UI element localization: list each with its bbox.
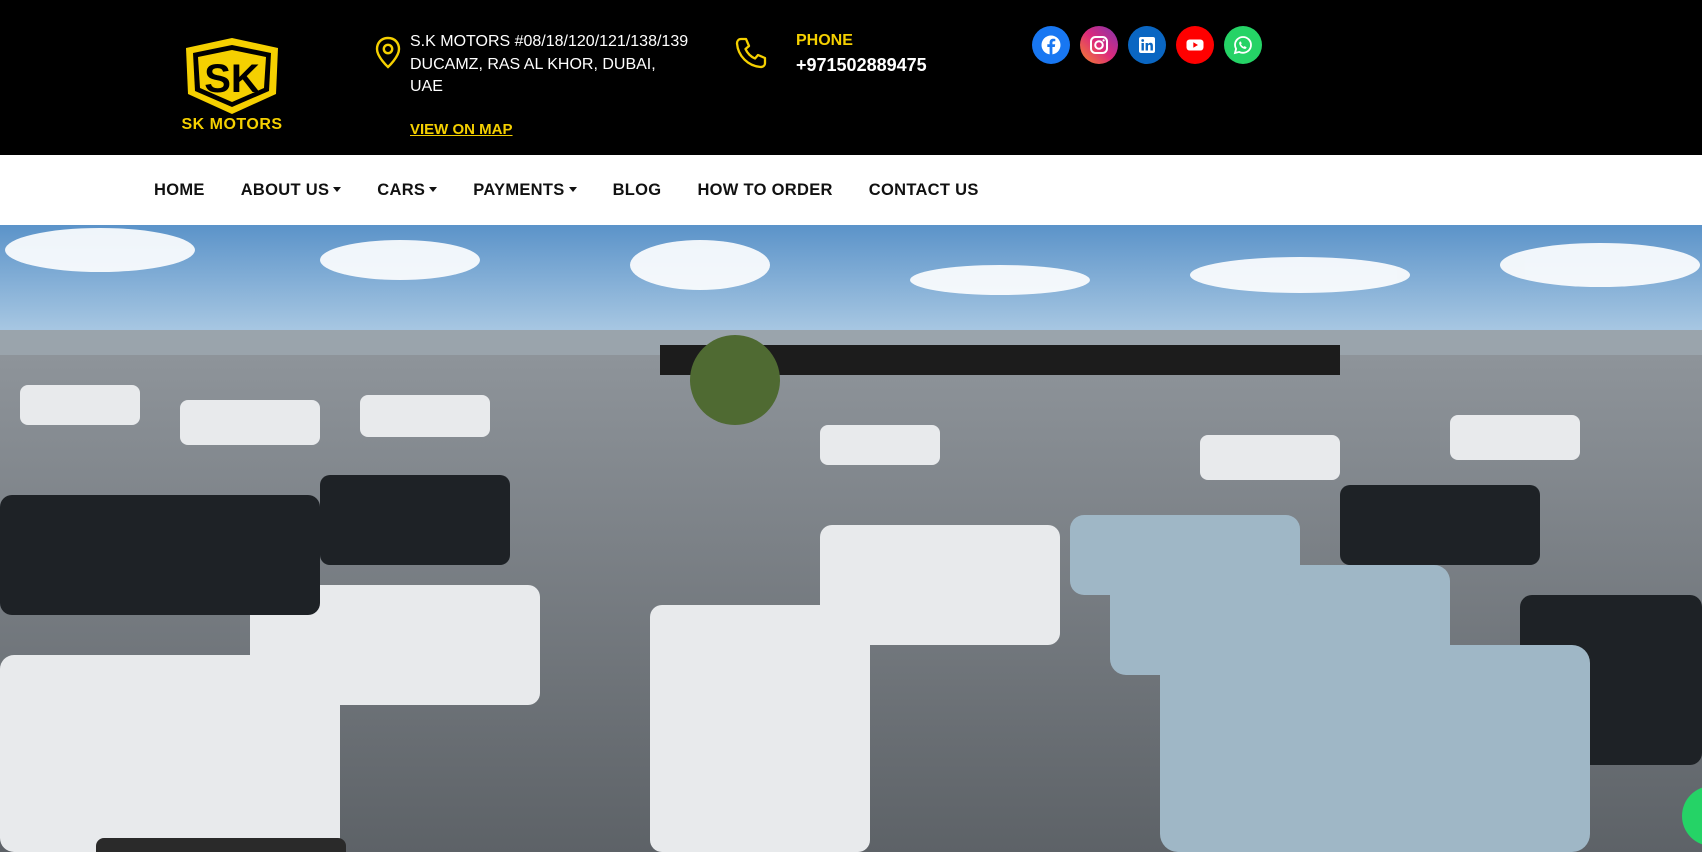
address: S.K MOTORS #08/18/120/121/138/139 DUCAMZ…	[410, 31, 700, 99]
whatsapp-icon	[1233, 36, 1252, 55]
nav-about-us[interactable]: ABOUT US	[241, 181, 342, 200]
nav-home[interactable]: HOME	[154, 181, 205, 200]
main-nav-bar: HOME ABOUT US CARS PAYMENTS BLOG HOW TO …	[0, 155, 1702, 225]
instagram-icon	[1090, 36, 1108, 54]
nav-how-to-order-label: HOW TO ORDER	[697, 180, 833, 199]
instagram-link[interactable]	[1080, 26, 1118, 64]
nav-payments[interactable]: PAYMENTS	[473, 180, 577, 200]
facebook-icon	[1041, 35, 1061, 55]
youtube-icon	[1186, 39, 1204, 51]
nav-cars[interactable]: CARS	[377, 180, 438, 200]
linkedin-icon	[1139, 37, 1155, 53]
nav-how-to-order[interactable]: HOW TO ORDER	[697, 181, 832, 200]
logo-text: SK MOTORS	[181, 116, 283, 133]
hero-overlay-tab	[96, 838, 346, 852]
phone-icon	[735, 37, 767, 69]
nav-about-us-label: ABOUT US	[240, 180, 330, 199]
caret-down-icon	[333, 186, 342, 192]
view-on-map-link[interactable]: VIEW ON MAP	[410, 121, 513, 138]
top-bar: SK SK MOTORS S.K MOTORS #08/18/120/121/1…	[0, 0, 1702, 155]
nav-blog[interactable]: BLOG	[613, 181, 662, 200]
address-line-1: S.K MOTORS #08/18/120/121/138/139	[410, 33, 689, 50]
linkedin-link[interactable]	[1128, 26, 1166, 64]
facebook-link[interactable]	[1032, 26, 1070, 64]
sk-motors-logo[interactable]: SK SK MOTORS	[176, 34, 288, 136]
youtube-link[interactable]	[1176, 26, 1214, 64]
caret-down-icon	[429, 186, 438, 192]
nav-home-label: HOME	[154, 180, 205, 199]
nav-contact-us-label: CONTACT US	[868, 180, 979, 199]
map-pin-icon	[375, 36, 401, 69]
hero-illustration	[0, 225, 1702, 852]
caret-down-icon	[568, 186, 577, 192]
whatsapp-link[interactable]	[1224, 26, 1262, 64]
nav-contact-us[interactable]: CONTACT US	[869, 181, 979, 200]
main-nav: HOME ABOUT US CARS PAYMENTS BLOG HOW TO …	[154, 155, 1015, 225]
hero-car-yard-image	[0, 225, 1702, 852]
logo-mark: SK	[204, 57, 260, 101]
address-line-3: UAE	[410, 78, 443, 95]
nav-blog-label: BLOG	[612, 180, 662, 199]
social-links	[1032, 26, 1262, 64]
nav-cars-label: CARS	[377, 180, 426, 199]
address-line-2: DUCAMZ, RAS AL KHOR, DUBAI,	[410, 55, 656, 73]
nav-payments-label: PAYMENTS	[473, 180, 565, 199]
logo-shield: SK	[186, 38, 278, 114]
phone-number[interactable]: +971502889475	[796, 55, 927, 76]
phone-label: PHONE	[796, 32, 853, 49]
